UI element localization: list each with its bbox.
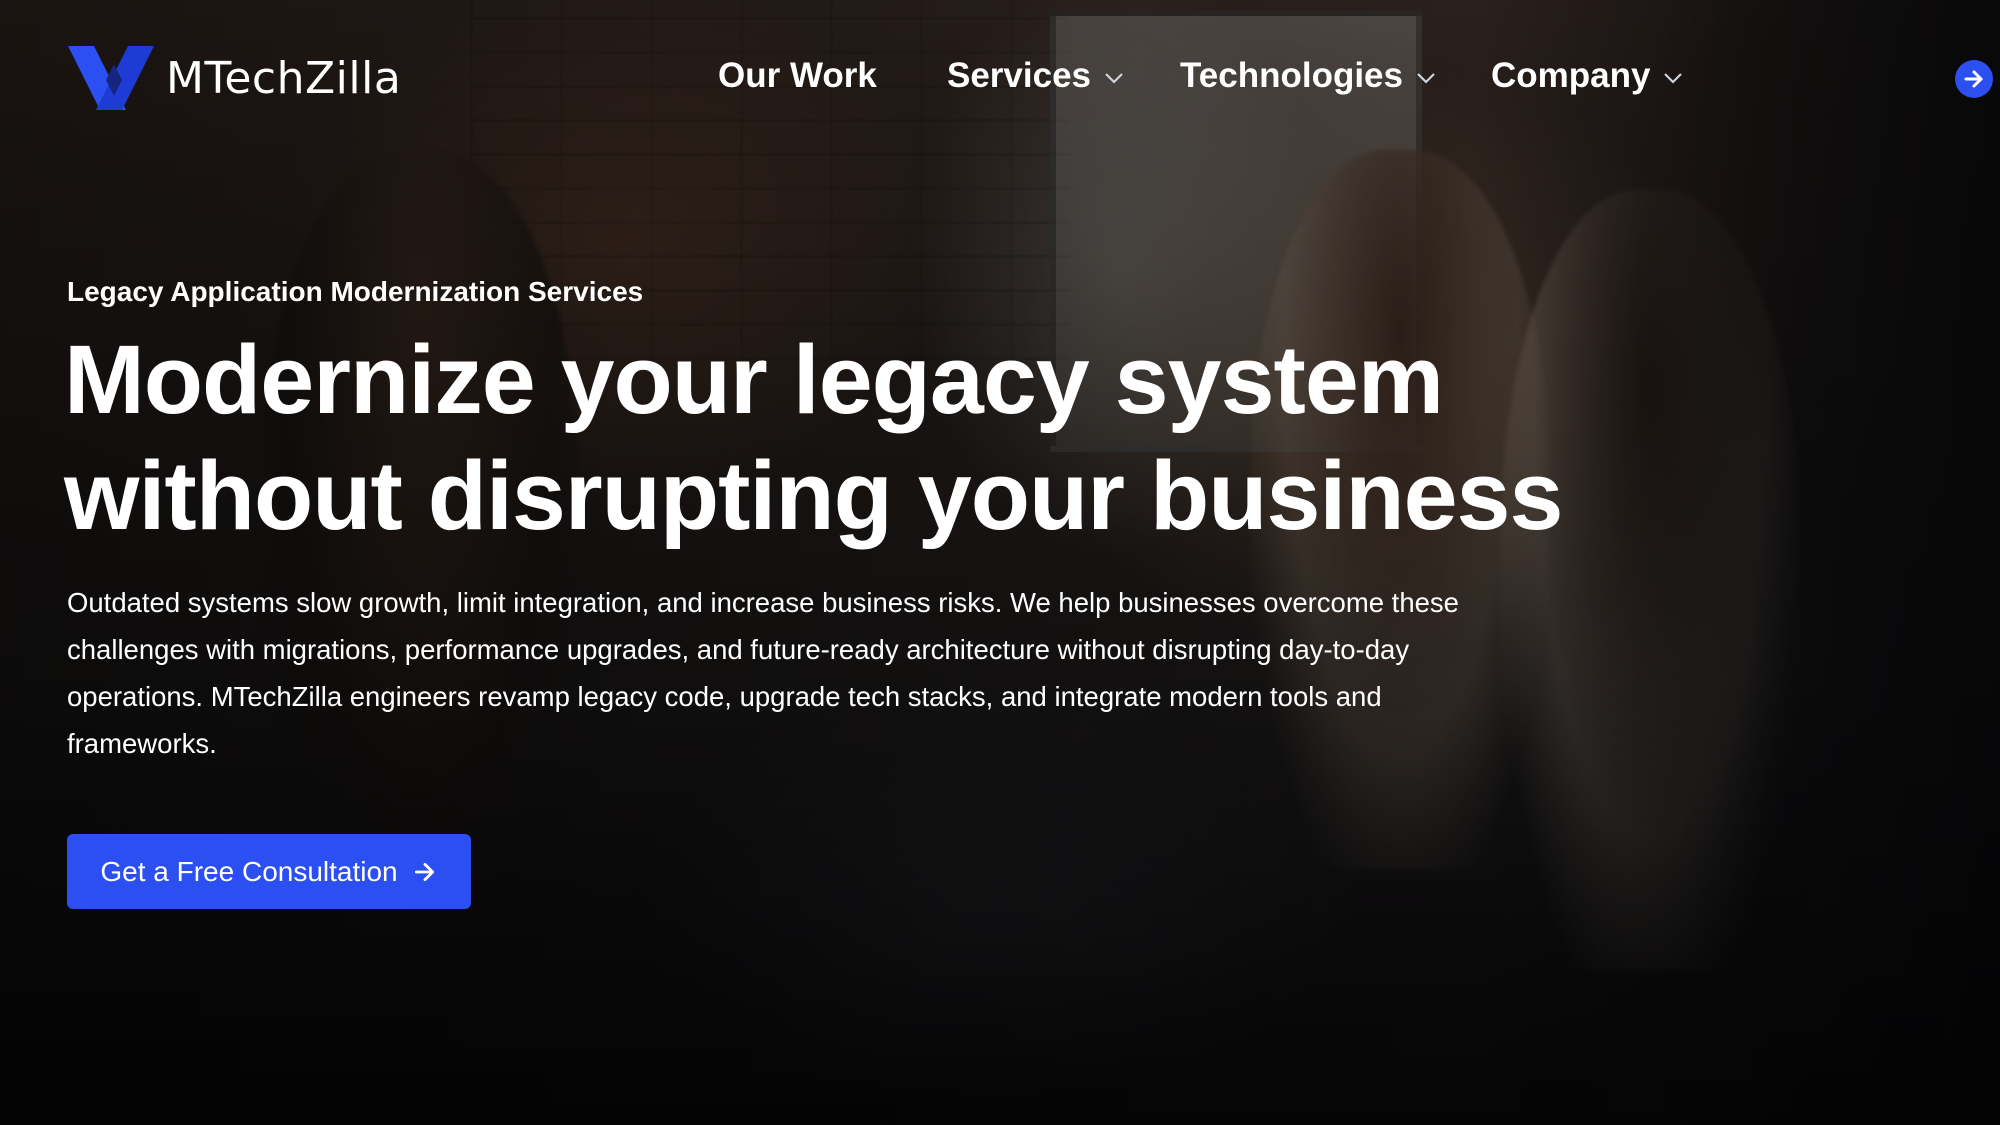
hero-description: Outdated systems slow growth, limit inte… xyxy=(67,579,1567,767)
background-overlay xyxy=(0,0,2000,1125)
hero-headline-line-2: without disrupting your business xyxy=(64,441,1563,550)
nav-item-label: Company xyxy=(1491,56,1651,95)
nav-item-services[interactable]: Services xyxy=(947,56,1125,96)
nav-item-label: Technologies xyxy=(1180,56,1403,95)
chevron-down-icon xyxy=(1664,73,1683,84)
chevron-down-icon xyxy=(1417,73,1435,84)
hero-description-line: operations. MTechZilla engineers revamp … xyxy=(67,681,1382,712)
hero-section: MTechZilla Our Work Services Technologie… xyxy=(0,0,2000,1125)
hero-headline-line-1: Modernize your legacy system xyxy=(64,325,1444,434)
free-consultation-button[interactable]: Get a Free Consultation xyxy=(67,834,471,909)
nav-item-label: Services xyxy=(947,56,1092,95)
nav-item-label: Our Work xyxy=(718,56,877,95)
hero-description-line: frameworks. xyxy=(67,728,217,759)
hero-eyebrow: Legacy Application Modernization Service… xyxy=(67,276,644,307)
hero-headline: Modernize your legacy system without dis… xyxy=(64,322,1664,554)
main-navigation: Our Work Services Technologies Company xyxy=(0,56,2000,104)
hero-description-line: Outdated systems slow growth, limit inte… xyxy=(67,587,1459,618)
hero-description-line: challenges with migrations, performance … xyxy=(67,634,1410,665)
nav-item-our-work[interactable]: Our Work xyxy=(718,56,877,96)
nav-item-company[interactable]: Company xyxy=(1491,56,1684,96)
arrow-right-icon xyxy=(1964,70,1983,88)
header-arrow-button[interactable] xyxy=(1955,60,1993,98)
chevron-down-icon xyxy=(1105,73,1123,84)
nav-item-technologies[interactable]: Technologies xyxy=(1180,56,1437,96)
cta-label: Get a Free Consultation xyxy=(100,855,398,887)
arrow-right-icon xyxy=(414,862,434,881)
